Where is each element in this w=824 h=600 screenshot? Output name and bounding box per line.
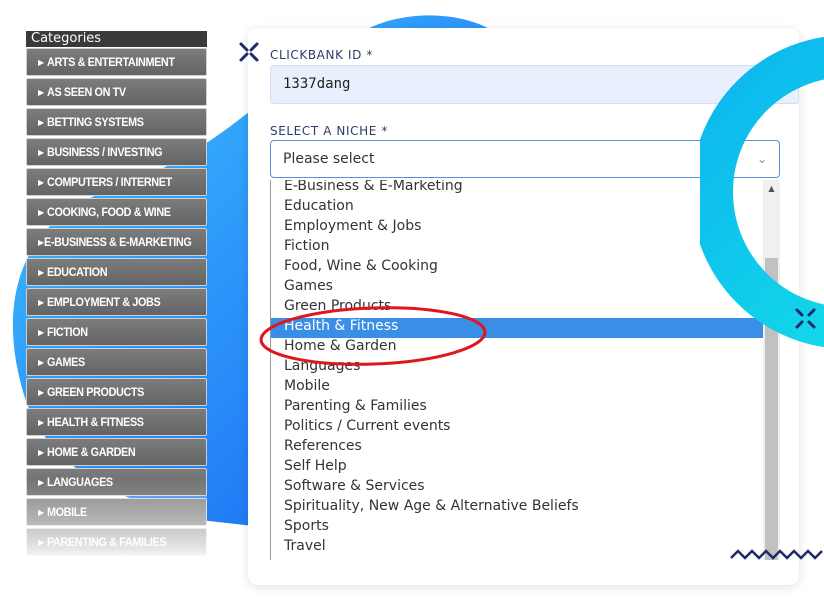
clickbank-id-input[interactable]: 1337dang — [270, 65, 799, 104]
niche-option[interactable]: Mobile — [271, 378, 764, 398]
caret-right-icon: ▶ — [38, 417, 45, 427]
niche-option[interactable]: Self Help — [271, 458, 764, 478]
sidebar-item-label: PARENTING & FAMILIES — [47, 535, 167, 549]
sidebar-item[interactable]: ▶ COMPUTERS / INTERNET — [26, 168, 207, 196]
sidebar-item[interactable]: ▶ EDUCATION — [26, 258, 207, 286]
sidebar-item-label: FICTION — [47, 325, 88, 339]
caret-right-icon: ▶ — [38, 207, 45, 217]
sidebar-item[interactable]: ▶ LANGUAGES — [26, 468, 207, 496]
sidebar-item[interactable]: ▶ MOBILE — [26, 498, 207, 526]
categories-header: Categories — [26, 31, 207, 47]
niche-option[interactable]: Games — [271, 278, 764, 298]
niche-option[interactable]: Health & Fitness — [271, 318, 764, 338]
niche-option[interactable]: Travel — [271, 538, 764, 558]
scrollbar-thumb[interactable] — [765, 258, 778, 560]
sidebar-item-label: MOBILE — [47, 505, 87, 519]
niche-option[interactable]: Home & Garden — [271, 338, 764, 358]
categories-sidebar: Categories ▶ ARTS & ENTERTAINMENT ▶ AS SEEN… — [26, 31, 207, 558]
niche-option[interactable]: Green Products — [271, 298, 764, 318]
sidebar-item[interactable]: ▶ AS SEEN ON TV — [26, 78, 207, 106]
niche-option[interactable]: Food, Wine & Cooking — [271, 258, 764, 278]
caret-right-icon: ▶ — [38, 357, 45, 367]
sidebar-item-label: BETTING SYSTEMS — [47, 115, 144, 129]
niche-option[interactable]: Fiction — [271, 238, 764, 258]
caret-right-icon: ▶ — [38, 57, 45, 67]
sidebar-item-label: HOME & GARDEN — [47, 445, 136, 459]
sidebar-item-label: EMPLOYMENT & JOBS — [47, 295, 161, 309]
niche-option[interactable]: E-Business & E-Marketing — [271, 180, 764, 198]
sidebar-item[interactable]: ▶ EMPLOYMENT & JOBS — [26, 288, 207, 316]
sidebar-item-label: E-BUSINESS & E-MARKETING — [44, 235, 192, 249]
sidebar-item[interactable]: ▶ BUSINESS / INVESTING — [26, 138, 207, 166]
niche-select[interactable]: Please select ⌄ — [270, 140, 780, 178]
niche-option[interactable]: Parenting & Families — [271, 398, 764, 418]
sidebar-item-label: COMPUTERS / INTERNET — [47, 175, 172, 189]
sidebar-item-label: ARTS & ENTERTAINMENT — [47, 55, 175, 69]
caret-right-icon: ▶ — [38, 87, 45, 97]
clickbank-id-label: CLICKBANK ID * — [270, 48, 373, 62]
caret-right-icon: ▶ — [38, 477, 45, 487]
niche-dropdown-list[interactable]: E-Business & E-Marketing Education Employm… — [270, 180, 780, 560]
caret-right-icon: ▶ — [38, 537, 45, 547]
categories-list: ▶ ARTS & ENTERTAINMENT ▶ AS SEEN ON TV ▶ BETT… — [26, 48, 207, 556]
niche-option[interactable]: Education — [271, 198, 764, 218]
niche-option[interactable]: References — [271, 438, 764, 458]
caret-right-icon: ▶ — [38, 387, 45, 397]
sidebar-item[interactable]: ▶ BETTING SYSTEMS — [26, 108, 207, 136]
sidebar-item[interactable]: ▶ HOME & GARDEN — [26, 438, 207, 466]
caret-right-icon: ▶ — [38, 447, 45, 457]
sidebar-item[interactable]: ▶ GAMES — [26, 348, 207, 376]
sidebar-item-label: GREEN PRODUCTS — [47, 385, 144, 399]
caret-right-icon: ▶ — [38, 327, 45, 337]
sidebar-item-label: HEALTH & FITNESS — [47, 415, 144, 429]
chevron-down-icon: ⌄ — [756, 152, 767, 166]
sidebar-item[interactable]: ▶ GREEN PRODUCTS — [26, 378, 207, 406]
niche-select-value: Please select — [283, 151, 375, 167]
caret-right-icon: ▶ — [38, 117, 45, 127]
sidebar-item[interactable]: ▶ ARTS & ENTERTAINMENT — [26, 48, 207, 76]
sidebar-item[interactable]: ▶ COOKING, FOOD & WINE — [26, 198, 207, 226]
niche-options: E-Business & E-Marketing Education Employm… — [271, 180, 764, 558]
sidebar-item-label: GAMES — [47, 355, 85, 369]
niche-option[interactable]: Politics / Current events — [271, 418, 764, 438]
caret-right-icon: ▶ — [38, 177, 45, 187]
niche-option[interactable]: Software & Services — [271, 478, 764, 498]
sidebar-item-label: EDUCATION — [47, 265, 108, 279]
niche-option[interactable]: Languages — [271, 358, 764, 378]
form-card: CLICKBANK ID * 1337dang SELECT A NICHE *… — [248, 28, 799, 585]
niche-option[interactable]: Spirituality, New Age & Alternative Beli… — [271, 498, 764, 518]
niche-option[interactable]: Sports — [271, 518, 764, 538]
caret-right-icon: ▶ — [38, 267, 45, 277]
caret-right-icon: ▶ — [38, 147, 45, 157]
sidebar-item-label: BUSINESS / INVESTING — [47, 145, 163, 159]
scroll-up-arrow-icon[interactable]: ▲ — [763, 180, 780, 197]
caret-right-icon: ▶ — [38, 237, 45, 247]
sidebar-item-label: COOKING, FOOD & WINE — [47, 205, 171, 219]
caret-right-icon: ▶ — [38, 297, 45, 307]
sidebar-item[interactable]: ▶ E-BUSINESS & E-MARKETING — [26, 228, 207, 256]
sidebar-item[interactable]: ▶ HEALTH & FITNESS — [26, 408, 207, 436]
caret-right-icon: ▶ — [38, 507, 45, 517]
sidebar-item-label: LANGUAGES — [47, 475, 113, 489]
sidebar-item[interactable]: ▶ FICTION — [26, 318, 207, 346]
niche-option[interactable]: Employment & Jobs — [271, 218, 764, 238]
sidebar-item-label: AS SEEN ON TV — [47, 85, 126, 99]
dropdown-scrollbar[interactable]: ▲ — [763, 180, 780, 560]
niche-label: SELECT A NICHE * — [270, 124, 388, 138]
sidebar-item[interactable]: ▶ PARENTING & FAMILIES — [26, 528, 207, 556]
